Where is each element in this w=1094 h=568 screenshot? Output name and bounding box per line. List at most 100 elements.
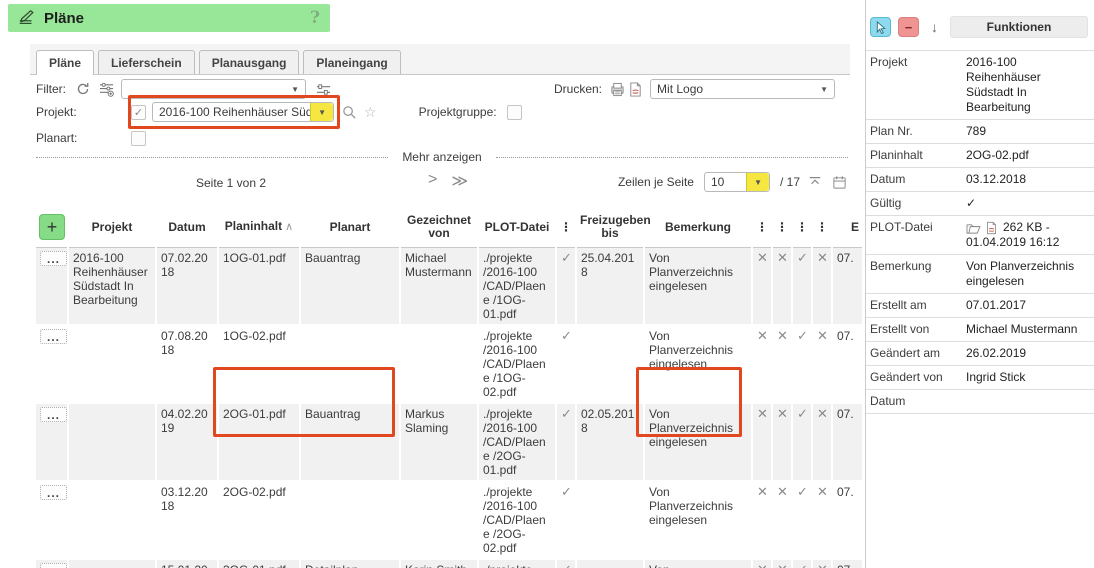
table-row: ... 03.12.2018 2OG-02.pdf ./projekte /20… [36,481,862,559]
valid-check-icon: ✓ [556,481,576,559]
projekt-select[interactable]: 2016-100 Reihenhäuser Südstadt In Bearbe… [152,102,334,122]
cell-freizugeben-bis [576,559,644,568]
detail-row: Datum 03.12.2018 [866,168,1094,192]
last-page-button[interactable]: ≫ [451,171,468,191]
refresh-icon[interactable] [74,80,92,98]
projekt-filter-checkbox[interactable]: ✓ [131,105,146,120]
row-flag-icon[interactable]: ✓ [792,481,812,559]
row-flag-icon[interactable]: ✕ [772,325,792,403]
tab-plaene[interactable]: Pläne [36,50,94,75]
row-flag-icon[interactable]: ✕ [772,559,792,568]
valid-check-icon: ✓ [556,325,576,403]
detail-label: Datum [866,168,962,192]
cell-freizugeben-bis: 25.04.2018 [576,248,644,326]
cell-bemerkung: Von Planverzeichnis eingelesen [644,403,752,481]
row-menu-button[interactable]: ... [40,251,67,266]
row-flag-icon[interactable]: ✕ [752,403,772,481]
row-flag-icon[interactable]: ✕ [772,403,792,481]
funktionen-button[interactable]: Funktionen [950,16,1088,38]
dotted-divider [496,157,848,158]
cell-planart: Detailplan [300,559,400,568]
col-freizugeben-bis: Freizugeben bis [576,207,644,248]
row-flag-icon[interactable]: ✕ [752,481,772,559]
cell-datum: 03.12.2018 [156,481,218,559]
row-flag-icon[interactable]: ✓ [792,403,812,481]
row-flag-icon[interactable]: ✕ [812,248,832,326]
select-cursor-button[interactable] [870,17,891,37]
row-menu-button[interactable]: ... [40,563,67,568]
remove-button[interactable]: − [898,17,919,37]
row-flag-icon[interactable]: ✕ [812,481,832,559]
filter-row: Filter: ▼ Drucken: Mit Logo ▼ [36,78,848,100]
detail-value: 2016-100 Reihenhäuser Südstadt In Bearbe… [966,55,1041,114]
row-flag-icon[interactable]: ✕ [812,559,832,568]
planart-checkbox[interactable] [131,131,146,146]
column-menu-icon[interactable]: ⋮ [792,207,812,248]
cell-datum: 07.02.2018 [156,248,218,326]
projekt-filter-row: Projekt: ✓ 2016-100 Reihenhäuser Südstad… [36,99,848,125]
pdf-file-icon[interactable] [985,221,998,235]
add-plan-button[interactable]: + [39,214,65,240]
favorite-star-icon[interactable]: ☆ [364,104,377,121]
column-menu-icon[interactable]: ⋮ [752,207,772,248]
cell-planart: Bauantrag [300,248,400,326]
projektgruppe-checkbox[interactable] [507,105,522,120]
cell-gezeichnet-von: Michael Mustermann [400,248,478,326]
table-header-row: + Projekt Datum Planinhalt∧ Planart Geze… [36,207,862,248]
saved-filter-select[interactable]: ▼ [121,79,306,99]
detail-value: 26.02.2019 [966,346,1026,360]
cell-plot-datei: ./projekte /2016-100 /CAD/Plaene /1OG-02… [478,325,556,403]
row-menu-button[interactable]: ... [40,407,67,422]
move-down-icon[interactable]: ↓ [931,19,938,35]
row-flag-icon[interactable]: ✕ [752,325,772,403]
print-logo-select[interactable]: Mit Logo ▼ [650,79,835,99]
row-flag-icon[interactable]: ✕ [772,481,792,559]
calendar-icon[interactable] [830,173,848,191]
row-menu-button[interactable]: ... [40,485,67,500]
add-filter-icon[interactable] [97,80,115,98]
detail-label: Erstellt am [866,294,962,318]
column-menu-icon[interactable]: ⋮ [812,207,832,248]
cell-erstellt: 07. [832,481,862,559]
row-flag-icon[interactable]: ✓ [792,559,812,568]
cell-planinhalt: 1OG-01.pdf [218,248,300,326]
dropdown-arrow-icon: ▼ [310,103,333,121]
row-flag-icon[interactable]: ✕ [752,559,772,568]
detail-label: Plan Nr. [866,120,962,144]
column-menu-icon[interactable]: ⋮ [556,207,576,248]
tab-lieferschein[interactable]: Lieferschein [98,50,195,74]
row-flag-icon[interactable]: ✕ [812,403,832,481]
detail-row: Erstellt am 07.01.2017 [866,294,1094,318]
tab-planeingang[interactable]: Planeingang [303,50,400,74]
col-projekt: Projekt [68,207,156,248]
total-rows-label: / 17 [780,175,800,189]
detail-panel: − ↓ Funktionen Projekt 2016-100 Reihenhä… [865,0,1094,568]
planart-label: Planart: [36,131,131,145]
pdf-icon[interactable] [626,80,644,98]
cell-plot-datei: ./projekte /2016-100 /CAD/Plaene /1OG-01… [478,248,556,326]
row-flag-icon[interactable]: ✕ [772,248,792,326]
cell-gezeichnet-von: Karin Smith [400,559,478,568]
help-icon[interactable]: ? [310,8,320,28]
filter-settings-icon[interactable] [314,80,332,98]
row-flag-icon[interactable]: ✓ [792,325,812,403]
cell-gezeichnet-von [400,325,478,403]
tab-planausgang[interactable]: Planausgang [199,50,300,74]
valid-check-icon: ✓ [556,559,576,568]
page-size-select[interactable]: 10 ▼ [704,172,770,192]
dropdown-arrow-icon: ▼ [746,173,769,191]
row-flag-icon[interactable]: ✕ [752,248,772,326]
column-menu-icon[interactable]: ⋮ [772,207,792,248]
open-folder-icon[interactable] [966,222,981,235]
row-menu-button[interactable]: ... [40,329,67,344]
detail-label: PLOT-Datei [866,216,962,255]
row-flag-icon[interactable]: ✓ [792,248,812,326]
mehr-anzeigen-link[interactable]: Mehr anzeigen [402,150,481,164]
col-planinhalt[interactable]: Planinhalt∧ [218,207,300,248]
scroll-top-icon[interactable] [806,173,824,191]
print-icon[interactable] [608,80,626,98]
row-flag-icon[interactable]: ✕ [812,325,832,403]
search-icon[interactable] [340,103,358,121]
page-title: Pläne [44,10,84,27]
next-page-button[interactable]: > [428,171,437,191]
